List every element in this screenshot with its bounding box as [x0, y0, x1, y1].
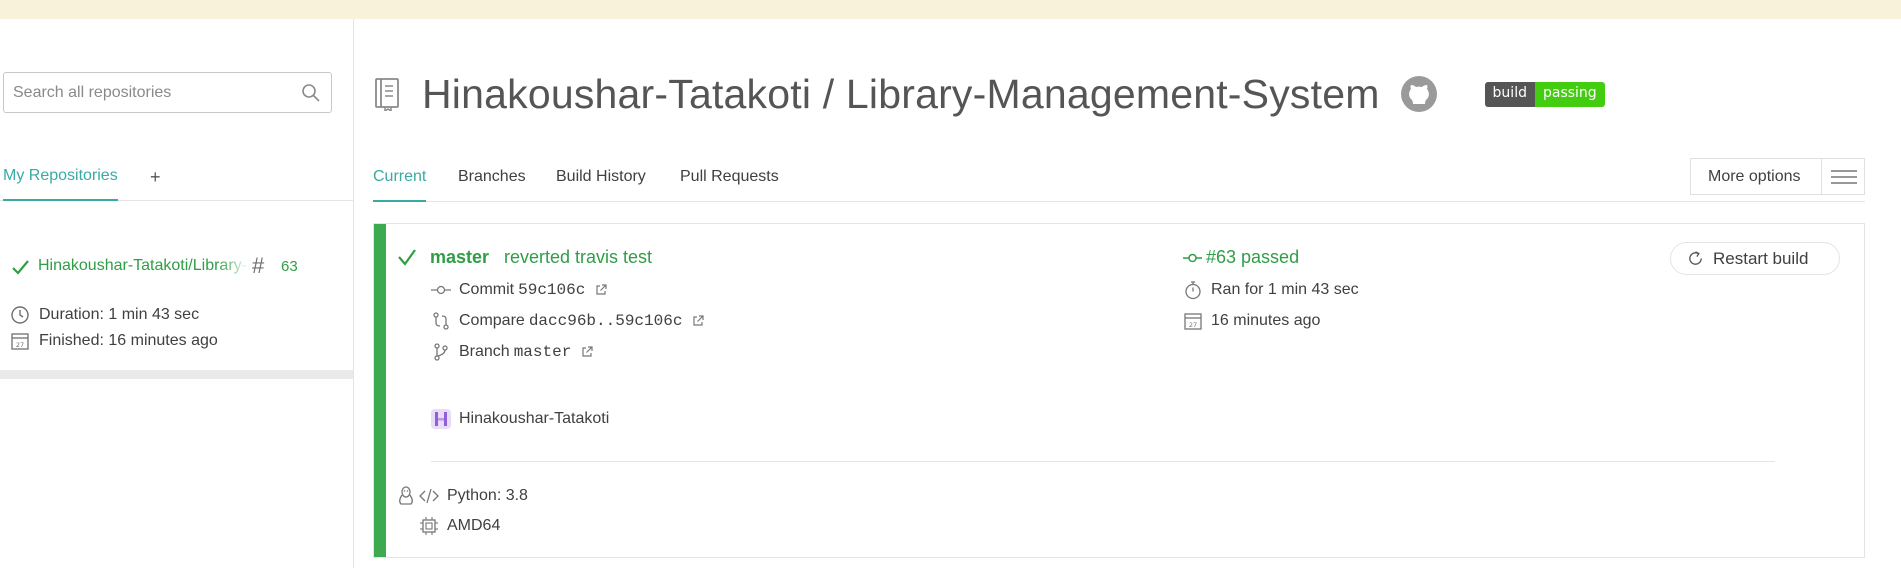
- finished-ago-text: 16 minutes ago: [1211, 312, 1321, 329]
- commit-row[interactable]: Commit 59c106c: [431, 280, 607, 300]
- search-icon[interactable]: [301, 83, 321, 103]
- commit-icon: [1183, 253, 1202, 262]
- language-text: Python: 3.8: [447, 487, 528, 504]
- calendar-icon: 27: [11, 333, 29, 350]
- cpu-icon: [420, 517, 438, 535]
- stopwatch-icon: [1185, 281, 1201, 300]
- branch-icon: [434, 343, 448, 361]
- arch-text: AMD64: [447, 517, 501, 534]
- duration-row: Duration: 1 min 43 sec: [10, 305, 199, 325]
- restart-build-button[interactable]: Restart build: [1670, 242, 1840, 275]
- build-status[interactable]: #63 passed: [1183, 247, 1299, 268]
- compare-label: Compare: [459, 312, 525, 329]
- repo-header: Hinakoushar-Tatakoti / Library-Managemen…: [374, 70, 1605, 118]
- badge-status: passing: [1534, 81, 1605, 107]
- compare-icon: [433, 312, 449, 330]
- author-row: Hinakoushar-Tatakoti: [431, 409, 609, 429]
- github-icon[interactable]: [1400, 75, 1438, 113]
- ran-for-row: Ran for 1 min 43 sec: [1183, 280, 1359, 300]
- more-options-label: More options: [1691, 159, 1822, 194]
- compare-row[interactable]: Compare dacc96b..59c106c: [431, 311, 705, 331]
- arch-row: AMD64: [419, 516, 500, 536]
- top-banner: [0, 0, 1901, 19]
- main-tabs: Current Branches Build History Pull Requ…: [373, 158, 1865, 202]
- hamburger-menu-icon[interactable]: [1831, 169, 1857, 185]
- svg-text:27: 27: [16, 341, 24, 349]
- build-status-badge[interactable]: build passing: [1484, 81, 1605, 107]
- commit-message: reverted travis test: [504, 247, 653, 267]
- branch-value[interactable]: master: [514, 343, 572, 361]
- tab-my-repositories[interactable]: My Repositories: [3, 159, 118, 201]
- search-box[interactable]: [3, 72, 332, 113]
- divider: [431, 461, 1775, 462]
- external-link-icon[interactable]: [581, 346, 593, 358]
- finished-row: 27 Finished: 16 minutes ago: [10, 331, 218, 351]
- duration-text: Duration: 1 min 43 sec: [39, 306, 200, 323]
- sidebar: My Repositories + Hinakoushar-Tatakoti/L…: [0, 19, 354, 568]
- repo-list-item[interactable]: Hinakoushar-Tatakoti/Library-Management-…: [0, 231, 353, 372]
- build-summary-card: master reverted travis test #63 passed R…: [373, 223, 1865, 558]
- restart-label: Restart build: [1713, 248, 1809, 268]
- compare-range[interactable]: dacc96b..59c106c: [529, 312, 683, 330]
- clock-icon: [11, 306, 29, 324]
- finished-ago-row: 27 16 minutes ago: [1183, 311, 1320, 331]
- status-stripe: [374, 224, 386, 557]
- branch-link[interactable]: master: [430, 247, 489, 268]
- commit-icon: [431, 285, 451, 295]
- finished-text: Finished: 16 minutes ago: [39, 332, 218, 349]
- tab-build-history[interactable]: Build History: [556, 168, 646, 202]
- author-name: Hinakoushar-Tatakoti: [459, 410, 610, 427]
- svg-text:27: 27: [1189, 321, 1197, 329]
- code-icon: [419, 488, 439, 504]
- repository-icon: [375, 78, 399, 111]
- repo-divider: [0, 370, 353, 379]
- page-title: Hinakoushar-Tatakoti / Library-Managemen…: [422, 70, 1380, 117]
- repo-name-link[interactable]: Hinakoushar-Tatakoti/Library-Management-…: [38, 257, 250, 275]
- add-repository-button[interactable]: +: [150, 167, 161, 188]
- calendar-icon: 27: [1184, 313, 1202, 330]
- branch-label: Branch: [459, 343, 510, 360]
- avatar: [431, 409, 451, 429]
- restart-icon: [1689, 251, 1702, 265]
- tab-pull-requests[interactable]: Pull Requests: [680, 168, 779, 202]
- check-icon: [398, 249, 416, 266]
- commit-label: Commit: [459, 281, 515, 298]
- sidebar-tabs: My Repositories +: [0, 159, 353, 201]
- ran-for-text: Ran for 1 min 43 sec: [1211, 281, 1359, 298]
- language-row: Python: 3.8: [419, 486, 528, 506]
- branch-row[interactable]: Branch master: [431, 342, 593, 362]
- tab-branches[interactable]: Branches: [458, 168, 526, 202]
- check-icon: [12, 260, 29, 275]
- build-status-text: #63 passed: [1206, 247, 1300, 267]
- badge-label: build: [1484, 81, 1535, 107]
- external-link-icon[interactable]: [595, 284, 607, 296]
- search-input[interactable]: [4, 73, 294, 112]
- external-link-icon[interactable]: [692, 315, 705, 327]
- linux-icon: [399, 486, 413, 505]
- build-number-link[interactable]: 63: [281, 258, 298, 275]
- commit-sha[interactable]: 59c106c: [518, 281, 585, 299]
- tab-current[interactable]: Current: [373, 168, 427, 202]
- more-options-button[interactable]: More options: [1690, 158, 1865, 195]
- hash-icon: #: [252, 253, 265, 278]
